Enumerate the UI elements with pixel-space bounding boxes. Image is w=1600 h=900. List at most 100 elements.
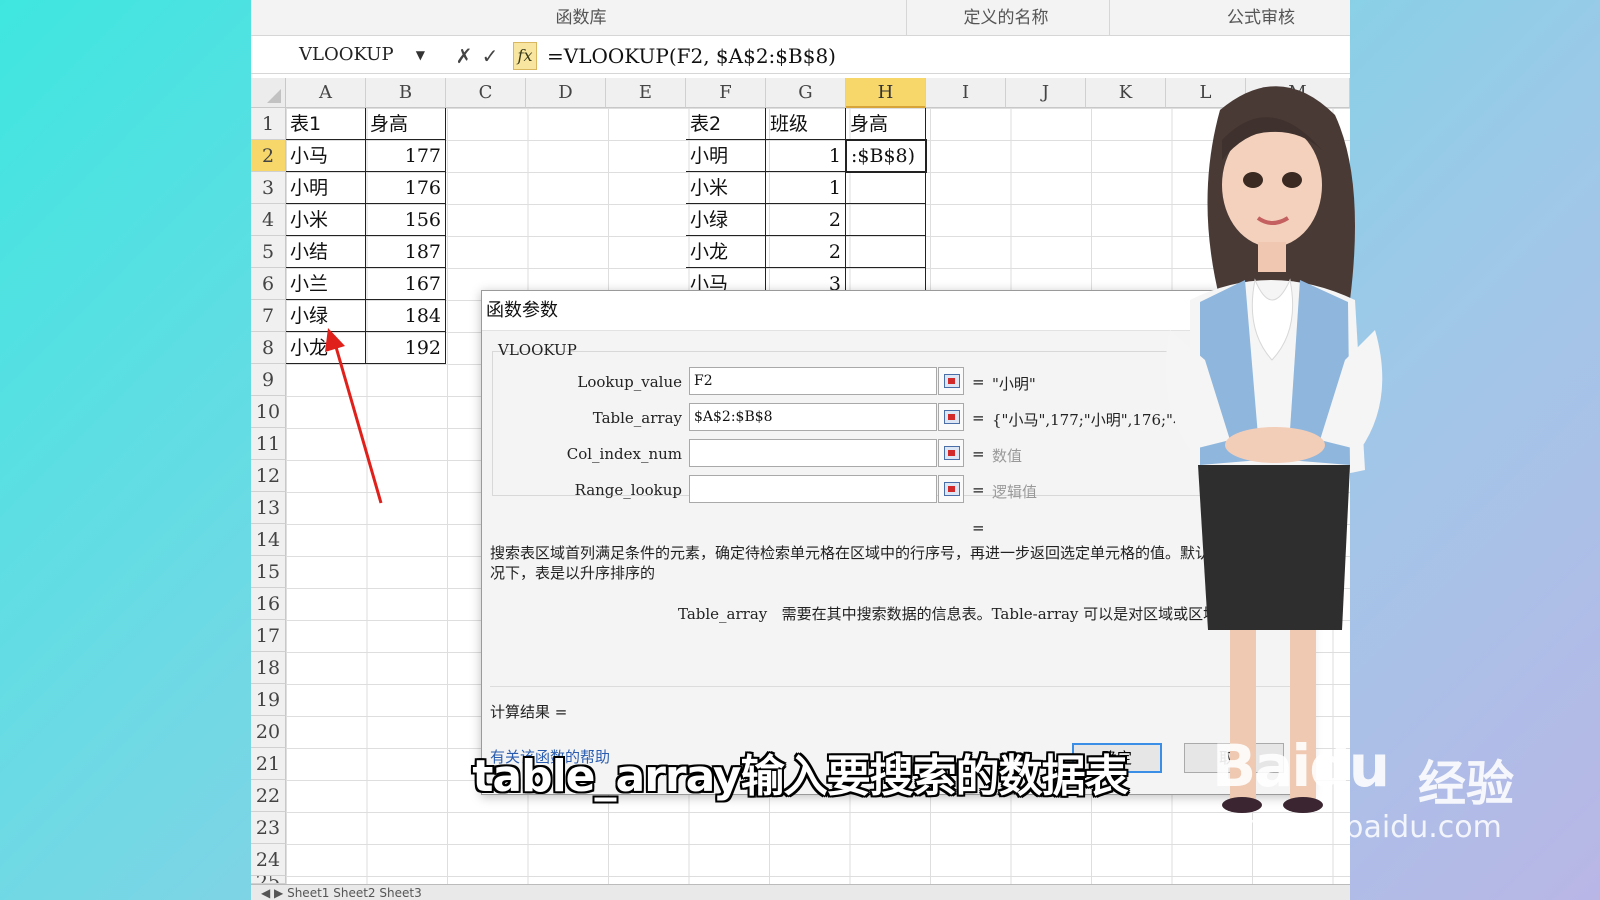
row-header[interactable]: 12 <box>251 460 286 492</box>
avatar-hands <box>1225 427 1325 463</box>
cell-f4[interactable]: 小绿 <box>686 204 766 236</box>
range-picker-icon[interactable] <box>938 475 964 503</box>
equals-sign: = <box>972 373 985 391</box>
cell-a4[interactable]: 小米 <box>286 204 366 236</box>
jingyan-brand: 经验 <box>1418 756 1515 812</box>
row-header[interactable]: 11 <box>251 428 286 460</box>
confirm-formula-icon[interactable]: ✓ <box>479 44 501 68</box>
column-header-g[interactable]: G <box>766 78 846 108</box>
cell-b5[interactable]: 187 <box>366 236 446 268</box>
row-header[interactable]: 13 <box>251 492 286 524</box>
arg-label-table-array: Table_array <box>592 409 682 427</box>
column-header-j[interactable]: J <box>1006 78 1086 108</box>
row-header[interactable]: 25 <box>251 876 286 884</box>
cell-h5[interactable] <box>846 236 926 268</box>
cell-f3[interactable]: 小米 <box>686 172 766 204</box>
cell-h1[interactable]: 身高 <box>846 108 926 140</box>
cell-g5[interactable]: 2 <box>766 236 846 268</box>
column-header-h[interactable]: H <box>846 78 926 108</box>
chevron-down-icon[interactable]: ▼ <box>416 41 425 69</box>
select-all-corner[interactable] <box>251 78 286 108</box>
range-picker-icon[interactable] <box>938 403 964 431</box>
row-header[interactable]: 10 <box>251 396 286 428</box>
row-header[interactable]: 15 <box>251 556 286 588</box>
cell-g3[interactable]: 1 <box>766 172 846 204</box>
column-header-e[interactable]: E <box>606 78 686 108</box>
cell-g2[interactable]: 1 <box>766 140 846 172</box>
cell-a5[interactable]: 小结 <box>286 236 366 268</box>
cell-a1[interactable]: 表1 <box>286 108 366 140</box>
arg-label-col-index-num: Col_index_num <box>566 445 682 463</box>
cell-g1[interactable]: 班级 <box>766 108 846 140</box>
cell-b7[interactable]: 184 <box>366 300 446 332</box>
row-header[interactable]: 3 <box>251 172 286 204</box>
row-header[interactable]: 5 <box>251 236 286 268</box>
cell-f5[interactable]: 小龙 <box>686 236 766 268</box>
column-header-c[interactable]: C <box>446 78 526 108</box>
cell-a8[interactable]: 小龙 <box>286 332 366 364</box>
column-header-d[interactable]: D <box>526 78 606 108</box>
cell-h4[interactable] <box>846 204 926 236</box>
cell-b1[interactable]: 身高 <box>366 108 446 140</box>
range-lookup-input[interactable] <box>689 475 937 503</box>
cell-b8[interactable]: 192 <box>366 332 446 364</box>
row-header[interactable]: 2 <box>251 140 286 172</box>
avatar-right-eye <box>1282 172 1302 188</box>
row-header[interactable]: 4 <box>251 204 286 236</box>
cell-g4[interactable]: 2 <box>766 204 846 236</box>
row-header[interactable]: 9 <box>251 364 286 396</box>
cell-b3[interactable]: 176 <box>366 172 446 204</box>
sheet-tabs[interactable]: ◀ ▶ Sheet1 Sheet2 Sheet3 <box>251 884 1350 900</box>
cell-f2[interactable]: 小明 <box>686 140 766 172</box>
avatar-left-eye <box>1243 172 1263 188</box>
baidu-watermark: Baidu 经验 jingyan.baidu.com <box>1200 730 1520 860</box>
cell-a2[interactable]: 小马 <box>286 140 366 172</box>
active-cell-h2[interactable]: :$B$8) <box>845 139 927 173</box>
lookup-value-input[interactable]: F2 <box>689 367 937 395</box>
ribbon-group-labels: 函数库 定义的名称 公式审核 <box>251 0 1350 36</box>
formula-input[interactable]: =VLOOKUP(F2, $A$2:$B$8) <box>547 42 836 70</box>
column-header-b[interactable]: B <box>366 78 446 108</box>
function-name-label: VLOOKUP <box>498 341 577 359</box>
insert-function-button[interactable]: fx <box>513 42 537 70</box>
ribbon-group-defined-names[interactable]: 定义的名称 <box>906 0 1106 36</box>
row-header[interactable]: 18 <box>251 652 286 684</box>
row-header[interactable]: 8 <box>251 332 286 364</box>
baidu-logo: Baidu <box>1212 732 1390 800</box>
arg-label-lookup-value: Lookup_value <box>577 373 682 391</box>
row-header[interactable]: 7 <box>251 300 286 332</box>
cell-a7[interactable]: 小绿 <box>286 300 366 332</box>
column-header-i[interactable]: I <box>926 78 1006 108</box>
cell-a3[interactable]: 小明 <box>286 172 366 204</box>
cell-b6[interactable]: 167 <box>366 268 446 300</box>
row-header[interactable]: 6 <box>251 268 286 300</box>
row-header[interactable]: 24 <box>251 844 286 876</box>
column-header-a[interactable]: A <box>286 78 366 108</box>
ribbon-group-function-library[interactable]: 函数库 <box>481 0 681 36</box>
lookup-value-result: "小明" <box>992 375 1036 393</box>
row-header[interactable]: 1 <box>251 108 286 140</box>
cell-f1[interactable]: 表2 <box>686 108 766 140</box>
equals-sign: = <box>972 409 985 427</box>
argument-description-name: Table_array <box>678 605 768 623</box>
column-header-f[interactable]: F <box>686 78 766 108</box>
presenter-avatar <box>1165 86 1383 813</box>
row-header[interactable]: 14 <box>251 524 286 556</box>
row-header[interactable]: 19 <box>251 684 286 716</box>
cell-b4[interactable]: 156 <box>366 204 446 236</box>
cancel-formula-icon[interactable]: ✗ <box>453 44 475 68</box>
row-header[interactable]: 16 <box>251 588 286 620</box>
ribbon-group-formula-auditing[interactable]: 公式审核 <box>1181 0 1341 36</box>
ribbon-separator <box>1109 0 1110 36</box>
cell-h3[interactable] <box>846 172 926 204</box>
range-picker-icon[interactable] <box>938 367 964 395</box>
name-box[interactable]: VLOOKUP ▼ <box>251 41 431 69</box>
row-header[interactable]: 17 <box>251 620 286 652</box>
cell-b2[interactable]: 177 <box>366 140 446 172</box>
cell-a6[interactable]: 小兰 <box>286 268 366 300</box>
range-picker-icon[interactable] <box>938 439 964 467</box>
col-index-num-input[interactable] <box>689 439 937 467</box>
equals-sign: = <box>972 445 985 463</box>
row-header[interactable]: 23 <box>251 812 286 844</box>
table-array-input[interactable]: $A$2:$B$8 <box>689 403 937 431</box>
